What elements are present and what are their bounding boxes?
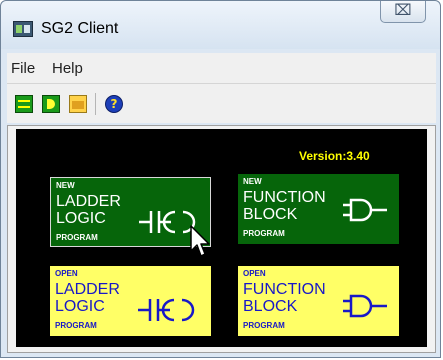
tile-line1: LADDER xyxy=(56,193,121,210)
mouse-cursor-icon xyxy=(190,225,210,257)
menu-help[interactable]: Help xyxy=(52,60,83,77)
tile-line1: LADDER xyxy=(55,281,120,298)
app-window: SG2 Client ⌧ File Help ? Version:3.40 NE… xyxy=(0,0,441,358)
window-title: SG2 Client xyxy=(41,20,119,37)
new-function-block-toolbar-icon[interactable] xyxy=(42,95,60,113)
ladder-contact-coil-icon xyxy=(138,298,195,322)
menu-bar: File Help xyxy=(7,53,436,83)
new-ladder-toolbar-icon[interactable] xyxy=(15,95,33,113)
tile-tag: NEW xyxy=(243,177,262,186)
tile-line1: FUNCTION xyxy=(243,281,326,298)
tile-line2: BLOCK xyxy=(243,298,298,315)
title-bar: SG2 Client ⌧ xyxy=(1,1,440,49)
function-block-gate-icon xyxy=(343,198,387,222)
tile-sub: PROGRAM xyxy=(243,321,285,330)
tile-sub: PROGRAM xyxy=(56,233,98,242)
tile-tag: OPEN xyxy=(55,269,78,278)
open-folder-icon[interactable] xyxy=(69,95,87,113)
tile-tag: OPEN xyxy=(243,269,266,278)
start-screen: Version:3.40 NEW LADDER LOGIC PROGRAM NE… xyxy=(16,129,427,347)
toolbar-separator xyxy=(95,93,96,115)
menu-file[interactable]: File xyxy=(11,60,35,77)
tile-sub: PROGRAM xyxy=(55,321,97,330)
open-function-block-button[interactable]: OPEN FUNCTION BLOCK PROGRAM xyxy=(238,266,399,336)
function-block-gate-icon xyxy=(343,294,387,318)
version-label: Version:3.40 xyxy=(299,149,370,163)
tile-line2: BLOCK xyxy=(243,206,298,223)
open-ladder-logic-button[interactable]: OPEN LADDER LOGIC PROGRAM xyxy=(50,266,211,336)
tile-line1: FUNCTION xyxy=(243,189,326,206)
main-panel: Version:3.40 NEW LADDER LOGIC PROGRAM NE… xyxy=(7,125,436,353)
new-function-block-button[interactable]: NEW FUNCTION BLOCK PROGRAM xyxy=(238,174,399,244)
tile-sub: PROGRAM xyxy=(243,229,285,238)
close-button[interactable]: ⌧ xyxy=(380,1,426,23)
help-icon[interactable]: ? xyxy=(105,95,123,113)
tile-tag: NEW xyxy=(56,181,75,190)
new-ladder-logic-button[interactable]: NEW LADDER LOGIC PROGRAM xyxy=(50,177,211,247)
toolbar: ? xyxy=(7,83,436,123)
app-icon xyxy=(13,21,33,37)
tile-line2: LOGIC xyxy=(56,210,106,227)
tile-line2: LOGIC xyxy=(55,298,105,315)
